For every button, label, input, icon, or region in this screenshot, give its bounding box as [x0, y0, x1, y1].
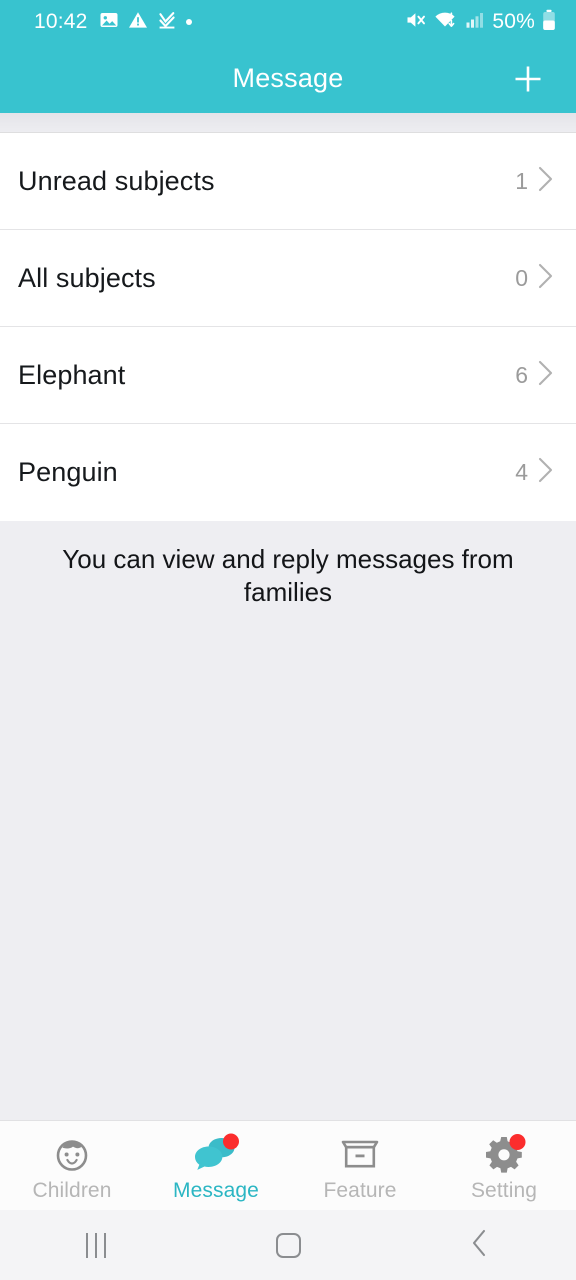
page-title: Message: [232, 63, 344, 93]
nav-label-feature: Feature: [323, 1179, 397, 1202]
chat-bubbles-icon: [193, 1132, 239, 1176]
battery-percent: 50%: [492, 10, 535, 33]
dot-icon: [185, 19, 192, 25]
nav-label-setting: Setting: [470, 1179, 538, 1202]
list-item-trailing: 6: [515, 359, 554, 392]
battery-icon: [542, 9, 556, 36]
home-icon: [275, 1232, 301, 1258]
list-item-label: Unread subjects: [18, 165, 215, 196]
list-item-trailing: 0: [515, 262, 554, 295]
info-banner: You can view and reply messages from fam…: [0, 521, 576, 628]
empty-area: [0, 628, 576, 1120]
list-item-count: 4: [515, 459, 528, 485]
nav-item-children[interactable]: Children: [0, 1121, 144, 1210]
chevron-right-icon: [537, 262, 554, 295]
wifi-icon: [434, 10, 458, 35]
baby-face-icon: [49, 1132, 95, 1176]
list-item-trailing: 4: [515, 456, 554, 489]
image-icon: [99, 10, 119, 35]
list-item-label: Penguin: [18, 457, 118, 487]
status-bar-right: 50%: [405, 9, 556, 36]
list-item-label: Elephant: [18, 359, 126, 390]
list-item[interactable]: Unread subjects 1: [0, 133, 576, 230]
list-item[interactable]: All subjects 0: [0, 230, 576, 327]
header-divider: [0, 113, 576, 133]
signal-bars-icon: [465, 10, 485, 35]
list-item-label: All subjects: [18, 262, 156, 293]
chevron-left-icon: [469, 1228, 491, 1263]
nav-label-message: Message: [173, 1179, 259, 1202]
nav-item-message[interactable]: Message: [144, 1121, 288, 1210]
android-nav-bar: [0, 1210, 576, 1280]
add-icon[interactable]: [506, 57, 550, 101]
mute-icon: [405, 10, 427, 35]
app-bar: Message: [0, 44, 576, 113]
gear-icon: [481, 1132, 527, 1176]
chevron-right-icon: [537, 456, 554, 489]
subject-list: Unread subjects 1 All subjects 0 Elephan…: [0, 133, 576, 521]
info-banner-text: You can view and reply messages from fam…: [62, 544, 514, 607]
download-check-icon: [157, 10, 177, 35]
recent-apps-button[interactable]: [0, 1232, 192, 1258]
status-bar-left: 10:42: [34, 10, 192, 35]
list-item-count: 1: [515, 167, 528, 194]
home-button[interactable]: [192, 1232, 384, 1258]
bottom-nav: Children Message Feature Setting: [0, 1120, 576, 1210]
nav-item-setting[interactable]: Setting: [432, 1121, 576, 1210]
nav-item-feature[interactable]: Feature: [288, 1121, 432, 1210]
archive-box-icon: [337, 1132, 383, 1176]
status-time: 10:42: [34, 10, 88, 33]
recent-apps-icon: [86, 1232, 106, 1258]
list-item[interactable]: Elephant 6: [0, 327, 576, 424]
phone-screen: 10:42 50% Message Unread subjects 1 All …: [0, 0, 576, 1280]
warning-triangle-icon: [128, 10, 148, 35]
list-item-trailing: 1: [515, 165, 554, 198]
list-item[interactable]: Penguin 4: [0, 424, 576, 521]
chevron-right-icon: [537, 359, 554, 392]
list-item-count: 0: [515, 264, 528, 291]
chevron-right-icon: [537, 165, 554, 198]
status-bar: 10:42 50%: [0, 0, 576, 44]
nav-label-children: Children: [32, 1179, 112, 1202]
back-button[interactable]: [384, 1228, 576, 1263]
list-item-count: 6: [515, 361, 528, 388]
